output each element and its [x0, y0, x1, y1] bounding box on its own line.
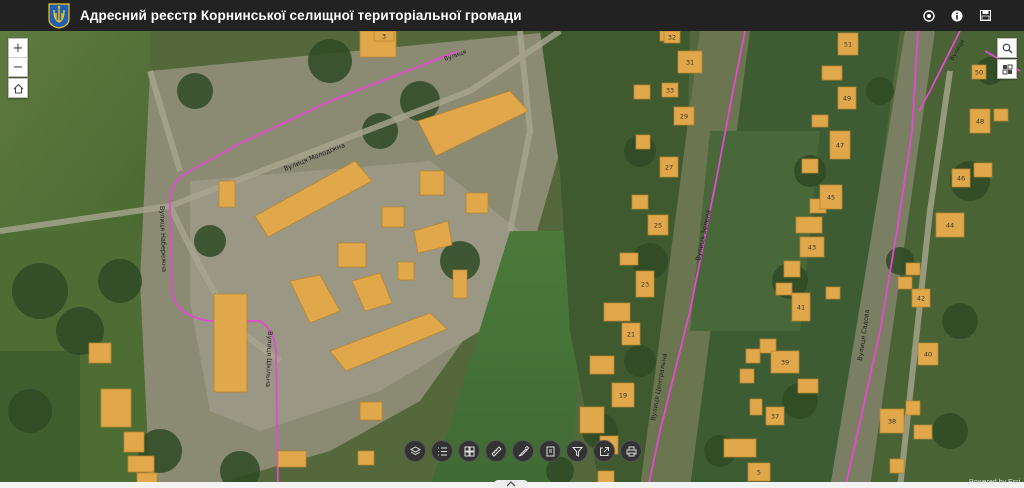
bookmark-icon[interactable] [539, 440, 561, 462]
house-number-label: 33 [666, 87, 674, 95]
info-icon[interactable] [950, 9, 964, 23]
house-number-label: 49 [843, 95, 851, 103]
satellite-imagery[interactable]: Вулиця Молодіжна Вулиця Набережна Вулиця… [0, 31, 1024, 488]
building[interactable] [795, 216, 823, 234]
building[interactable] [811, 114, 829, 128]
house-number-label: 44 [946, 222, 954, 230]
draw-icon[interactable] [512, 440, 534, 462]
building[interactable] [993, 108, 1009, 122]
building[interactable] [123, 431, 145, 453]
house-number-label: 48 [976, 118, 984, 126]
chevron-up-icon [506, 481, 516, 487]
building[interactable] [218, 180, 236, 208]
attribution-text: Powered by Esri [969, 479, 1020, 486]
search-control [997, 38, 1017, 58]
building[interactable] [465, 192, 489, 214]
building[interactable] [589, 355, 615, 375]
building[interactable] [127, 455, 155, 473]
gallery-icon[interactable] [458, 440, 480, 462]
house-number-label: 31 [686, 59, 694, 67]
map-view[interactable]: Вулиця Молодіжна Вулиця Набережна Вулиця… [0, 31, 1024, 488]
house-number-label: 27 [665, 164, 673, 172]
building[interactable] [749, 398, 763, 416]
building[interactable] [277, 450, 307, 468]
house-number-label: 37 [771, 413, 779, 421]
house-number-label: 43 [808, 244, 816, 252]
house-number-label: 21 [627, 331, 635, 339]
print-icon[interactable] [620, 440, 642, 462]
building[interactable] [783, 260, 801, 278]
home-icon[interactable] [9, 79, 27, 97]
house-number-label: 3 [382, 33, 386, 41]
building[interactable] [905, 400, 921, 416]
building[interactable] [913, 424, 933, 440]
building[interactable] [579, 406, 605, 434]
legend-icon[interactable] [431, 440, 453, 462]
house-number-label: 46 [957, 175, 965, 183]
building[interactable] [973, 162, 993, 178]
house-number-label: 50 [975, 69, 983, 77]
house-number-label: 38 [888, 418, 896, 426]
building[interactable] [381, 206, 405, 228]
house-number-label: 42 [917, 295, 925, 303]
measure-icon[interactable] [485, 440, 507, 462]
building[interactable] [359, 401, 383, 421]
house-number-label: 32 [668, 34, 676, 42]
house-number-label: 40 [924, 351, 932, 359]
building[interactable] [88, 342, 112, 364]
basemap-control [997, 59, 1017, 79]
house-number-label: 47 [836, 142, 844, 150]
basemap-gallery-icon[interactable] [998, 60, 1016, 78]
eye-icon[interactable] [922, 9, 936, 23]
home-control [8, 78, 28, 98]
share-icon[interactable] [593, 440, 615, 462]
zoom-control: + − [8, 38, 28, 77]
building[interactable] [905, 262, 921, 276]
building[interactable] [337, 242, 367, 268]
expand-panel-button[interactable] [494, 480, 528, 488]
building[interactable] [821, 65, 843, 81]
building[interactable] [635, 134, 651, 150]
building[interactable] [397, 261, 415, 281]
building[interactable] [745, 348, 761, 364]
building[interactable] [631, 194, 649, 210]
house-number-label: 25 [654, 222, 662, 230]
building[interactable] [889, 458, 905, 474]
building[interactable] [213, 293, 248, 393]
house-number-label: 39 [781, 359, 789, 367]
house-number-label: 29 [680, 113, 688, 121]
save-icon[interactable] [978, 9, 992, 23]
search-icon[interactable] [998, 39, 1016, 57]
zoom-out-button[interactable]: − [9, 58, 27, 76]
house-number-label: 45 [827, 194, 835, 202]
building[interactable] [797, 378, 819, 394]
building[interactable] [419, 170, 445, 196]
building[interactable] [633, 84, 651, 100]
building[interactable] [775, 282, 793, 296]
building[interactable] [825, 286, 841, 300]
house-number-label: 19 [619, 392, 627, 400]
app-header: Адресний реєстр Корнинської селищної тер… [0, 0, 1024, 31]
building[interactable] [739, 368, 755, 384]
building[interactable] [801, 158, 819, 174]
building[interactable] [603, 302, 631, 322]
filter-icon[interactable] [566, 440, 588, 462]
building[interactable] [619, 252, 639, 266]
house-number-label: 51 [844, 41, 852, 49]
house-number-label: 41 [797, 304, 805, 312]
emblem-icon [48, 2, 70, 29]
building[interactable] [452, 269, 468, 299]
app-title: Адресний реєстр Корнинської селищної тер… [80, 8, 522, 23]
house-number-label: 5 [757, 469, 761, 477]
building[interactable] [897, 276, 913, 290]
building[interactable] [357, 450, 375, 466]
zoom-in-button[interactable]: + [9, 39, 27, 58]
house-number-label: 23 [641, 281, 649, 289]
widget-toolbar [404, 440, 642, 462]
building[interactable] [100, 388, 132, 428]
layers-icon[interactable] [404, 440, 426, 462]
building[interactable] [723, 438, 757, 458]
